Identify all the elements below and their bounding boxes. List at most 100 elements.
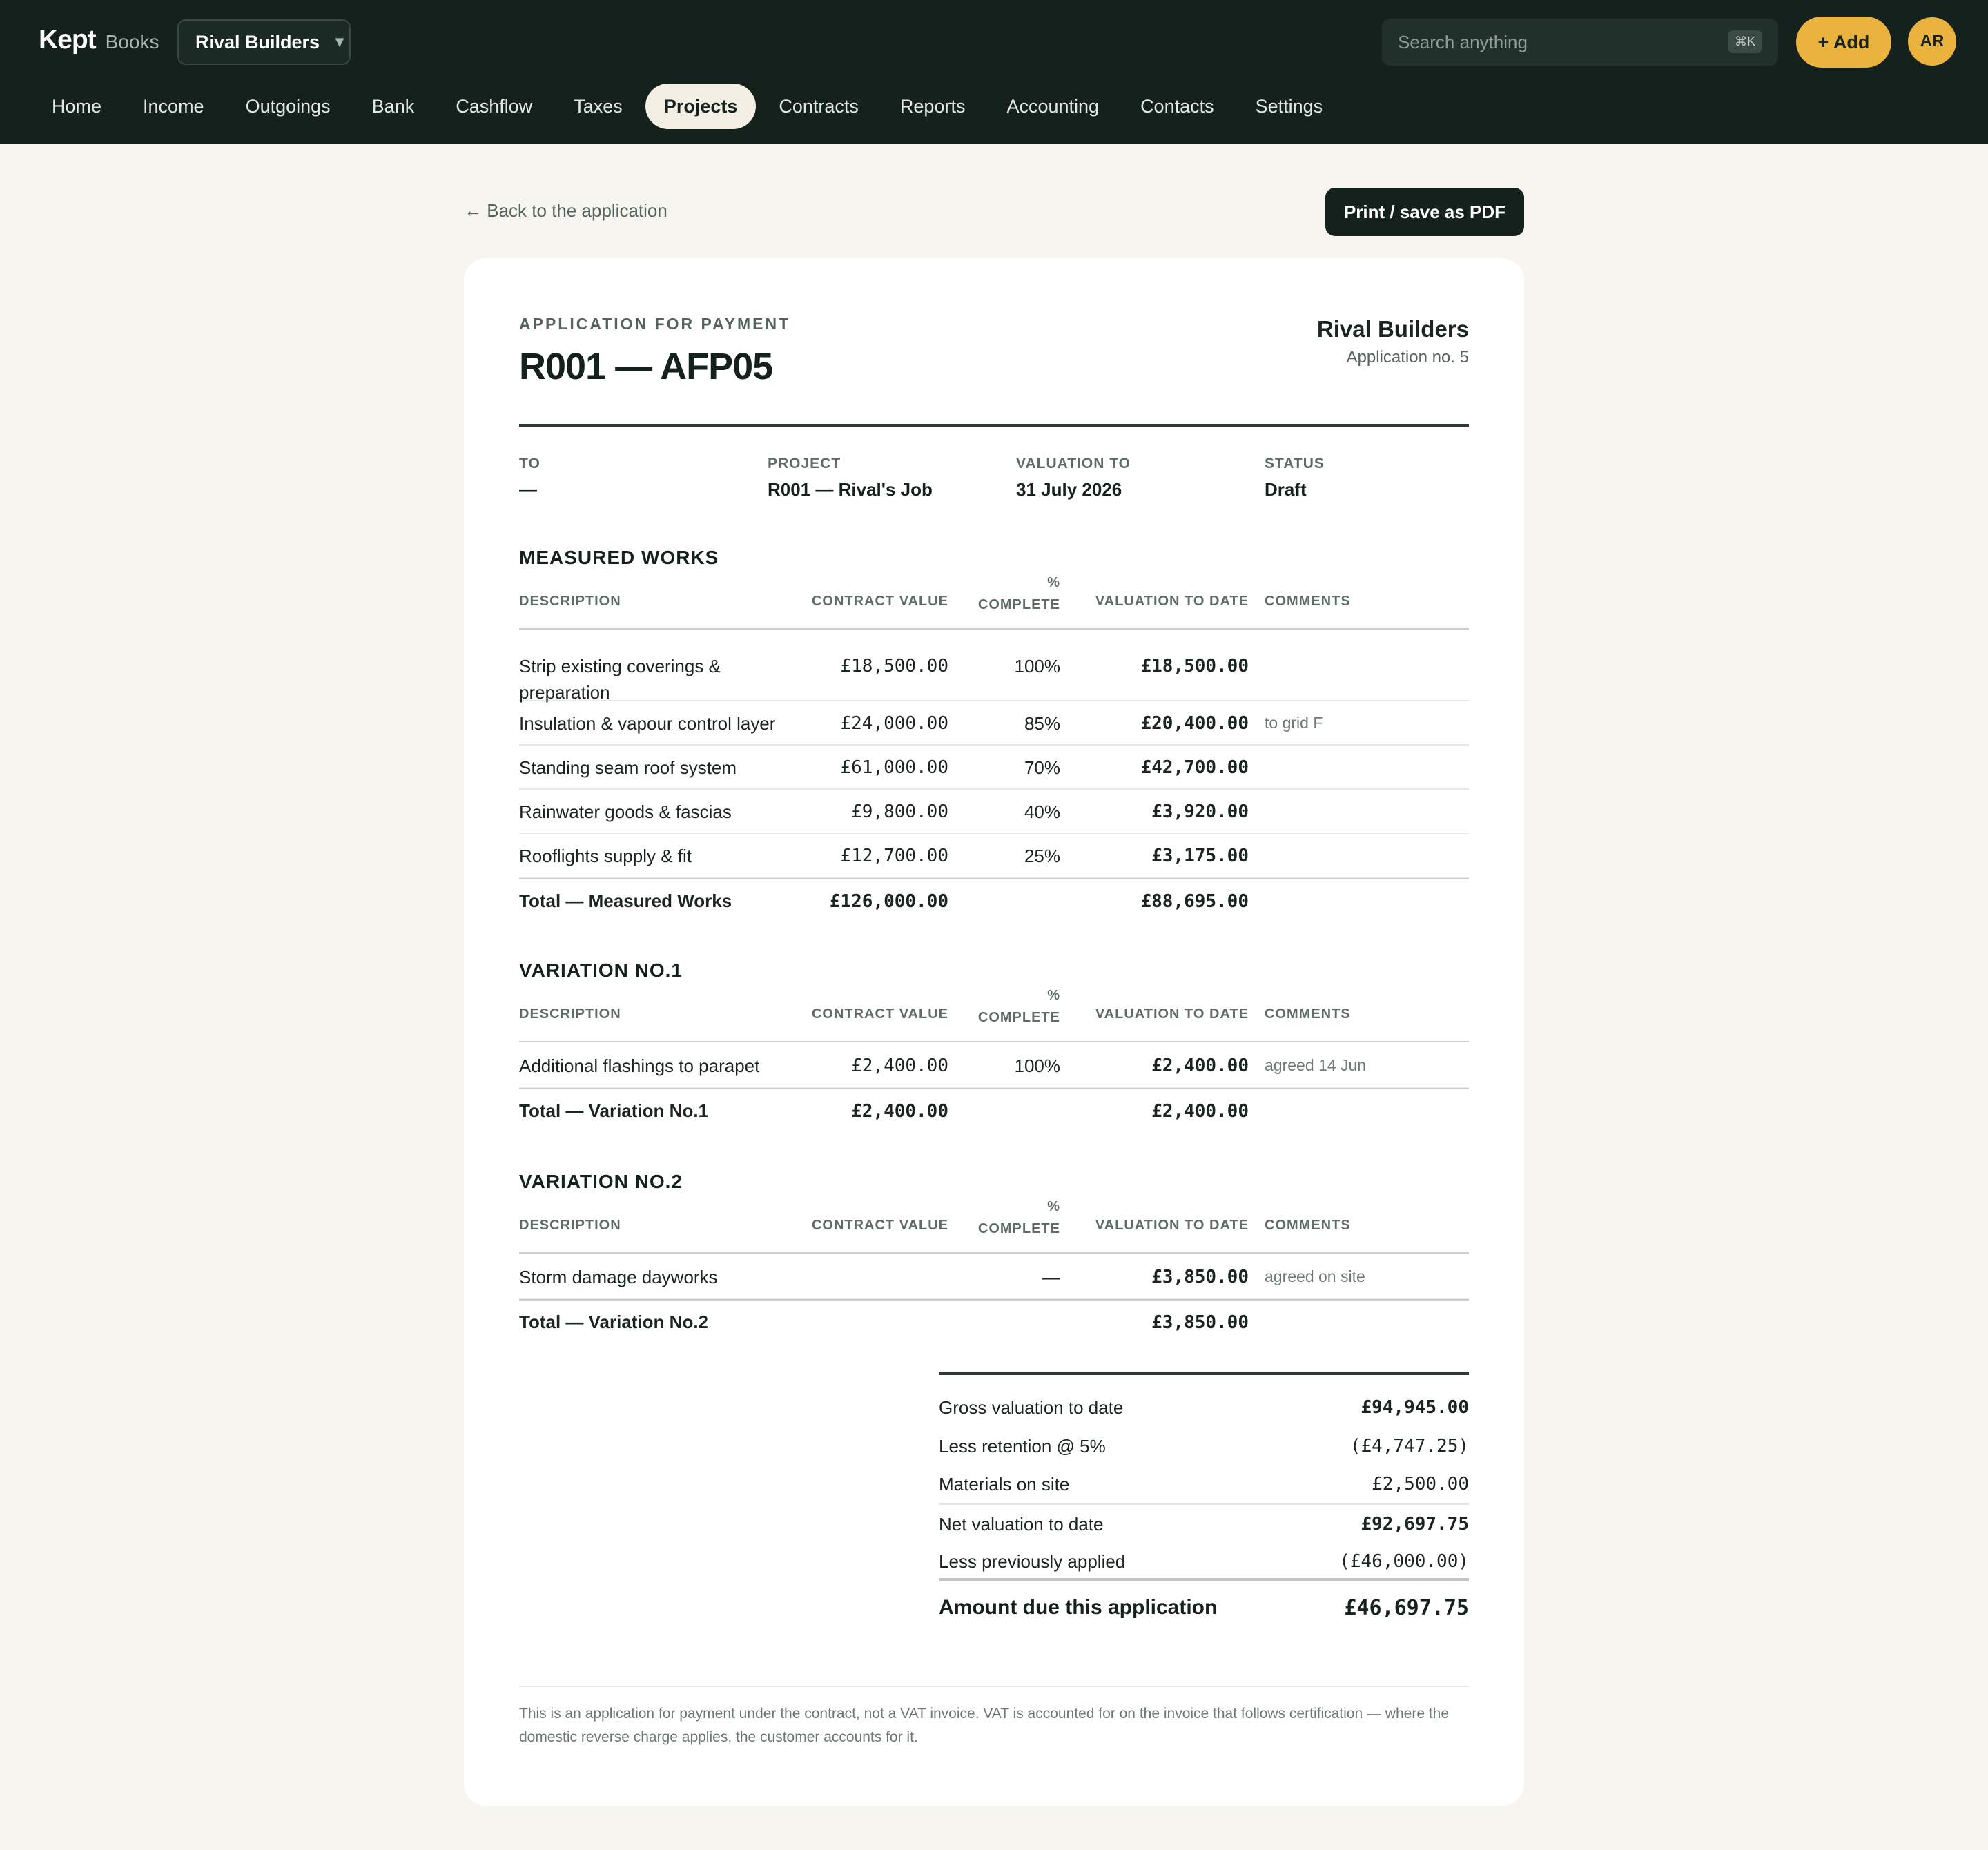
table-row: Rainwater goods & fascias £9,800.00 40% £3,… bbox=[519, 790, 1469, 834]
section-title: MEASURED WORKS bbox=[519, 547, 719, 568]
summary-divider bbox=[939, 1372, 1469, 1375]
summary-row-materials: Materials on site £2,500.00 bbox=[939, 1474, 1469, 1511]
back-to-application-link[interactable]: ← Back to the application bbox=[464, 200, 667, 222]
column-header-contract-value: CONTRACT VALUE bbox=[811, 1006, 948, 1022]
meta-label: TO bbox=[519, 456, 540, 471]
summary-rule bbox=[939, 1578, 1469, 1581]
column-header-valuation: VALUATION TO DATE bbox=[1095, 1006, 1249, 1022]
nav-item-contacts[interactable]: Contacts bbox=[1122, 84, 1233, 129]
nav-item-reports[interactable]: Reports bbox=[881, 84, 984, 129]
total-label: Total — Variation No.2 bbox=[519, 1312, 709, 1332]
summary-value: £94,945.00 bbox=[1361, 1397, 1469, 1418]
row-contract-value: £61,000.00 bbox=[840, 757, 948, 778]
nav-item-cashflow[interactable]: Cashflow bbox=[437, 84, 551, 129]
status-badge: Draft bbox=[1265, 479, 1307, 500]
organisation-switcher[interactable]: Rival Builders ▼ bbox=[177, 19, 351, 65]
summary-label: Net valuation to date bbox=[939, 1514, 1104, 1535]
row-percent-complete: 25% bbox=[1024, 846, 1060, 866]
row-description: Rainwater goods & fascias bbox=[519, 801, 732, 822]
summary-label: Materials on site bbox=[939, 1474, 1070, 1494]
organisation-name: Rival Builders bbox=[195, 31, 320, 52]
row-valuation: £18,500.00 bbox=[1140, 656, 1249, 676]
nav-item-settings[interactable]: Settings bbox=[1237, 84, 1342, 129]
table-header: DESCRIPTION CONTRACT VALUE% COMPLETE VALUAT… bbox=[519, 988, 1469, 1042]
row-comment: to grid F bbox=[1265, 714, 1323, 732]
nav-item-bank[interactable]: Bank bbox=[353, 84, 433, 129]
summary-label: Less retention @ 5% bbox=[939, 1436, 1106, 1457]
column-header-comments: COMMENTS bbox=[1265, 1218, 1351, 1233]
section-title: VARIATION NO.1 bbox=[519, 960, 683, 981]
print-pdf-button[interactable]: Print / save as PDF bbox=[1325, 188, 1524, 236]
document-kicker: APPLICATION FOR PAYMENT bbox=[519, 315, 791, 333]
brand-logo[interactable]: Kept Books bbox=[39, 25, 159, 55]
chevron-down-icon: ▼ bbox=[332, 33, 347, 50]
column-header-percent-complete: % COMPLETE bbox=[978, 1196, 1060, 1240]
meta-project: PROJECT R001 — Rival's Job bbox=[768, 456, 975, 500]
row-contract-value: £2,400.00 bbox=[851, 1055, 948, 1076]
table-header: DESCRIPTION CONTRACT VALUE% COMPLETE VALUAT… bbox=[519, 1199, 1469, 1254]
summary-row-previous: Less previously applied (£46,000.00) bbox=[939, 1551, 1469, 1588]
brand-name: Kept bbox=[39, 25, 97, 55]
column-header-description: DESCRIPTION bbox=[519, 1218, 621, 1233]
row-contract-value: £12,700.00 bbox=[840, 846, 948, 866]
nav-item-taxes[interactable]: Taxes bbox=[555, 84, 641, 129]
summary-row-net: Net valuation to date £92,697.75 bbox=[939, 1514, 1469, 1551]
total-valuation: £88,695.00 bbox=[1140, 891, 1249, 912]
column-header-valuation: VALUATION TO DATE bbox=[1095, 1218, 1249, 1233]
meta-valuation-to: VALUATION TO 31 July 2026 bbox=[1016, 456, 1223, 500]
table-total-row: Total — Variation No.2 £3,850.00 bbox=[519, 1299, 1469, 1343]
meta-value: — bbox=[519, 479, 537, 500]
column-header-description: DESCRIPTION bbox=[519, 594, 621, 609]
nav-item-outgoings[interactable]: Outgoings bbox=[227, 84, 349, 129]
nav-item-accounting[interactable]: Accounting bbox=[988, 84, 1118, 129]
row-comment: agreed on site bbox=[1265, 1267, 1365, 1285]
row-percent-complete: 70% bbox=[1024, 757, 1060, 778]
row-contract-value: £9,800.00 bbox=[851, 801, 948, 822]
percent-word: COMPLETE bbox=[977, 1221, 1060, 1236]
summary-value: (£46,000.00) bbox=[1339, 1551, 1469, 1572]
application-number: Application no. 5 bbox=[1346, 348, 1469, 367]
column-header-comments: COMMENTS bbox=[1265, 1006, 1351, 1022]
table-row: Additional flashings to parapet £2,400.00… bbox=[519, 1044, 1469, 1088]
table-row: Insulation & vapour control layer £24,000… bbox=[519, 701, 1469, 746]
table-row: Strip existing coverings & preparation £1… bbox=[519, 631, 1469, 703]
table-header: DESCRIPTION CONTRACT VALUE% COMPLETE VALUAT… bbox=[519, 575, 1469, 630]
summary-row-retention: Less retention @ 5% (£4,747.25) bbox=[939, 1436, 1469, 1473]
row-description: Standing seam roof system bbox=[519, 757, 737, 778]
column-header-contract-value: CONTRACT VALUE bbox=[811, 594, 948, 609]
row-description: Storm damage dayworks bbox=[519, 1267, 718, 1287]
nav-item-contracts[interactable]: Contracts bbox=[760, 84, 877, 129]
percent-symbol: % bbox=[1047, 988, 1060, 1003]
row-percent-complete: 100% bbox=[1014, 1055, 1061, 1076]
percent-symbol: % bbox=[1047, 575, 1060, 590]
summary-value: (£4,747.25) bbox=[1349, 1436, 1469, 1457]
avatar[interactable]: AR bbox=[1908, 17, 1956, 66]
row-valuation: £3,175.00 bbox=[1151, 846, 1249, 866]
total-valuation: £2,400.00 bbox=[1151, 1101, 1249, 1122]
summary-value: £2,500.00 bbox=[1372, 1474, 1469, 1494]
nav-item-income[interactable]: Income bbox=[124, 84, 223, 129]
amount-due-label: Amount due this application bbox=[939, 1596, 1218, 1619]
add-button[interactable]: + Add bbox=[1796, 17, 1891, 68]
row-percent-complete: — bbox=[1042, 1267, 1060, 1287]
total-label: Total — Measured Works bbox=[519, 890, 732, 911]
nav-item-home[interactable]: Home bbox=[33, 84, 120, 129]
row-description: Strip existing coverings & preparation bbox=[519, 656, 721, 703]
column-header-description: DESCRIPTION bbox=[519, 1006, 621, 1022]
row-valuation: £20,400.00 bbox=[1140, 713, 1249, 734]
row-valuation: £3,920.00 bbox=[1151, 801, 1249, 822]
row-valuation: £42,700.00 bbox=[1140, 757, 1249, 778]
nav-item-projects[interactable]: Projects bbox=[645, 84, 757, 129]
total-contract-value: £126,000.00 bbox=[829, 891, 948, 912]
row-contract-value: £24,000.00 bbox=[840, 713, 948, 734]
main-nav: Home Income Outgoings Bank Cashflow Taxe… bbox=[33, 83, 1341, 130]
footer-divider bbox=[519, 1686, 1469, 1687]
percent-word: COMPLETE bbox=[977, 597, 1060, 612]
section-title: VARIATION NO.2 bbox=[519, 1171, 683, 1192]
summary-row-gross: Gross valuation to date £94,945.00 bbox=[939, 1397, 1469, 1434]
table-row: Storm damage dayworks — £3,850.00 agreed on… bbox=[519, 1255, 1469, 1299]
column-header-percent-complete: % COMPLETE bbox=[978, 984, 1060, 1029]
header-divider bbox=[519, 424, 1469, 427]
application-document: APPLICATION FOR PAYMENT R001 — AFP05 Riv… bbox=[464, 258, 1524, 1806]
search-input[interactable]: Search anything ⌘K bbox=[1382, 19, 1778, 66]
